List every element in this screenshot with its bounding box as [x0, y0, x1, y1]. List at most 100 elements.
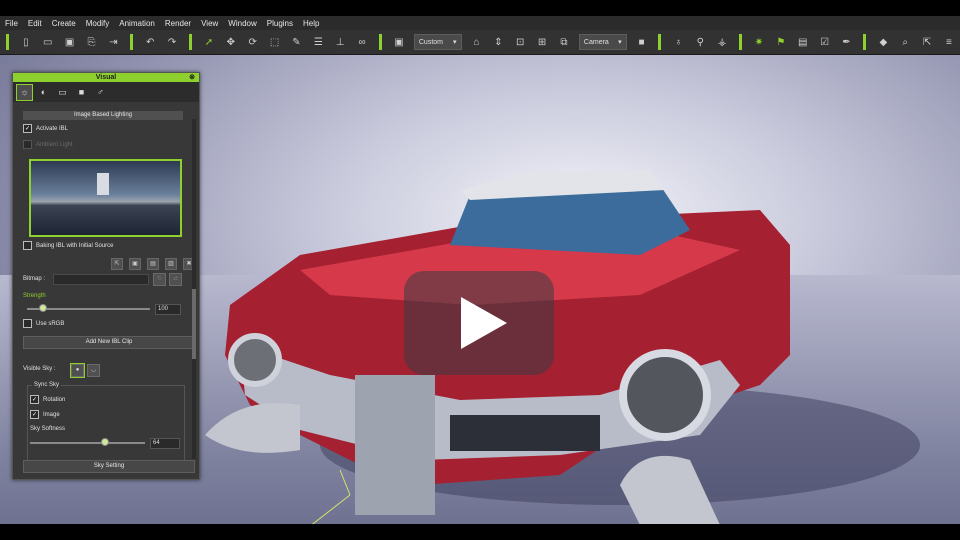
ibl-image-thumbnail[interactable]	[29, 159, 182, 237]
letterbox-top	[0, 0, 960, 16]
save-image-icon[interactable]: ▣	[129, 258, 141, 270]
menu-create[interactable]: Create	[47, 19, 81, 28]
render-region-icon[interactable]: ⊞	[535, 35, 549, 49]
close-icon[interactable]: ⊗	[189, 73, 195, 82]
chevron-down-icon: ▾	[618, 39, 622, 46]
viewport-icon[interactable]: ▣	[392, 35, 406, 49]
scale-icon[interactable]: ⬚	[268, 35, 282, 49]
add-ibl-clip-button[interactable]: Add New IBL Clip	[23, 336, 195, 349]
ambient-light-checkbox	[23, 140, 32, 149]
image-checkbox[interactable]: ✓	[30, 410, 39, 419]
gizmo-axis	[339, 469, 351, 496]
image-row[interactable]: ✓ Image	[30, 410, 60, 419]
checklist-icon[interactable]: ☑	[818, 35, 832, 49]
tab-shadow-icon[interactable]: ◐	[36, 85, 51, 100]
strength-label: Strength	[23, 293, 46, 299]
strength-slider-knob[interactable]	[38, 304, 47, 312]
export-image-icon[interactable]: ▥	[165, 258, 177, 270]
menu-edit[interactable]: Edit	[23, 19, 47, 28]
sky-setting-button[interactable]: Sky Setting	[23, 460, 195, 473]
panel-title-bar[interactable]: Visual ⊗	[13, 73, 199, 82]
paint-icon[interactable]: ✎	[290, 35, 304, 49]
camera-select[interactable]: Camera ▾	[578, 34, 627, 50]
sky-off-icon[interactable]: ◡	[87, 364, 100, 377]
activate-ibl-checkbox[interactable]: ✓	[23, 124, 32, 133]
toolbar-separator	[658, 34, 662, 50]
list-settings-icon[interactable]: ≡	[942, 35, 956, 49]
rotation-checkbox[interactable]: ✓	[30, 395, 39, 404]
panel-scrollbar[interactable]	[192, 119, 196, 459]
preview-icon[interactable]: ▤	[147, 258, 159, 270]
chevron-down-icon: ▾	[453, 39, 457, 46]
rotation-row[interactable]: ✓ Rotation	[30, 395, 65, 404]
tab-folder-icon[interactable]: ■	[74, 85, 89, 100]
clear-icon[interactable]: ⇄	[169, 273, 182, 286]
pen-icon[interactable]: ✒	[840, 35, 854, 49]
sky-on-icon[interactable]: ●	[70, 363, 85, 378]
srgb-label: Use sRGB	[36, 320, 65, 327]
srgb-row[interactable]: Use sRGB	[23, 319, 64, 328]
import-icon[interactable]: ⎘	[85, 35, 99, 49]
layers-icon[interactable]: ⧉	[557, 35, 571, 49]
menu-plugins[interactable]: Plugins	[262, 19, 298, 28]
align-icon[interactable]: ☰	[311, 35, 325, 49]
srgb-checkbox[interactable]	[23, 319, 32, 328]
play-button[interactable]	[404, 271, 554, 375]
video-camera-icon[interactable]: ■	[635, 35, 649, 49]
browse-icon[interactable]: ↻	[153, 273, 166, 286]
menu-window[interactable]: Window	[223, 19, 261, 28]
sky-softness-slider-track[interactable]	[30, 442, 145, 444]
undo-icon[interactable]: ↶	[143, 35, 157, 49]
baking-ibl-row[interactable]: Baking IBL with Initial Source	[23, 241, 113, 250]
activate-ibl-row[interactable]: ✓ Activate IBL	[23, 124, 68, 133]
physics-icon[interactable]: ✷	[752, 35, 766, 49]
bitmap-field[interactable]	[53, 274, 149, 285]
sync-sky-group: Sync Sky ✓ Rotation ✓ Image Sky Softness…	[27, 382, 185, 461]
toolbar-separator	[6, 34, 9, 50]
menu-help[interactable]: Help	[298, 19, 324, 28]
tab-lighting-icon[interactable]: ☼	[16, 83, 33, 101]
load-image-icon[interactable]: ⇱	[111, 258, 123, 270]
export-icon[interactable]: ⇥	[106, 35, 120, 49]
ibl-section-header[interactable]: Image Based Lighting	[23, 111, 183, 120]
bitmap-label: Bitmap :	[23, 276, 46, 282]
menu-animation[interactable]: Animation	[114, 19, 160, 28]
light-icon[interactable]: ♁	[671, 35, 685, 49]
frame-selected-icon[interactable]: ⊡	[513, 35, 527, 49]
tab-camera-icon[interactable]: ▭	[55, 85, 70, 100]
spotlight-icon[interactable]: ⚲	[693, 35, 707, 49]
menu-render[interactable]: Render	[160, 19, 196, 28]
menu-file[interactable]: File	[0, 19, 23, 28]
select-arrow-icon[interactable]: ➚	[202, 35, 216, 49]
redo-icon[interactable]: ↷	[165, 35, 179, 49]
strength-input[interactable]: 100	[155, 304, 181, 315]
left-headlight	[228, 333, 282, 387]
open-folder-icon[interactable]: ▭	[41, 35, 55, 49]
letterbox-bottom	[0, 524, 960, 540]
toolbar-separator	[863, 34, 867, 50]
menu-view[interactable]: View	[196, 19, 223, 28]
sky-softness-slider-knob[interactable]	[100, 438, 109, 446]
zoom-extents-icon[interactable]: ⇕	[491, 35, 505, 49]
link-icon[interactable]: ∞	[355, 35, 369, 49]
network-icon[interactable]: ⚶	[715, 35, 729, 49]
visible-sky-label: Visible Sky :	[23, 366, 56, 372]
baking-ibl-checkbox[interactable]	[23, 241, 32, 250]
home-icon[interactable]: ⌂	[470, 35, 484, 49]
menu-modify[interactable]: Modify	[81, 19, 115, 28]
move-icon[interactable]: ✥	[224, 35, 238, 49]
visible-sky-row: Visible Sky :	[23, 366, 56, 372]
new-file-icon[interactable]: ▯	[19, 35, 33, 49]
drop-to-floor-icon[interactable]: ⊥	[333, 35, 347, 49]
save-icon[interactable]: ▣	[63, 35, 77, 49]
export-scene-icon[interactable]: ⇱	[920, 35, 934, 49]
clipboard-icon[interactable]: ▤	[796, 35, 810, 49]
search-icon[interactable]: ⌕	[898, 35, 912, 49]
view-mode-select[interactable]: Custom ▾	[413, 34, 462, 50]
tab-effects-icon[interactable]: ♂	[93, 85, 108, 100]
rotate-icon[interactable]: ⟳	[246, 35, 260, 49]
sky-softness-input[interactable]: 64	[150, 438, 180, 449]
marker-icon[interactable]: ◆	[876, 35, 890, 49]
scrollbar-thumb[interactable]	[192, 289, 196, 359]
flag-icon[interactable]: ⚑	[774, 35, 788, 49]
